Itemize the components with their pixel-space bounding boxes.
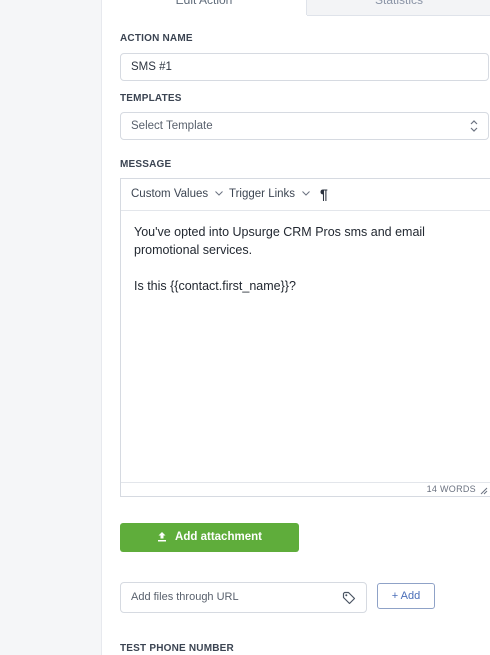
message-text-area[interactable]: You've opted into Upsurge CRM Pros sms a… xyxy=(134,223,477,313)
paragraph-icon[interactable]: ¶ xyxy=(320,186,328,202)
add-attachment-button[interactable]: Add attachment xyxy=(120,523,299,552)
action-name-label: ACTION NAME xyxy=(120,33,193,44)
tag-icon[interactable] xyxy=(342,591,356,605)
message-line-2: Is this {{contact.first_name}}? xyxy=(134,279,296,293)
message-editor: Custom Values Trigger Links ¶ You've opt… xyxy=(120,178,490,497)
message-label: MESSAGE xyxy=(120,159,172,170)
edit-action-panel: Edit Action Statistics ACTION NAME SMS #… xyxy=(101,0,490,655)
resize-handle-icon[interactable] xyxy=(480,487,488,495)
custom-values-label: Custom Values xyxy=(131,188,209,200)
message-line-1: You've opted into Upsurge CRM Pros sms a… xyxy=(134,225,425,257)
file-url-input[interactable]: Add files through URL xyxy=(120,582,367,613)
templates-label: TEMPLATES xyxy=(120,93,182,104)
tab-edit-action[interactable]: Edit Action xyxy=(102,0,307,15)
file-url-placeholder: Add files through URL xyxy=(131,591,239,603)
upload-icon xyxy=(158,532,167,542)
editor-statusbar: 14 WORDS xyxy=(121,482,490,496)
trigger-links-label: Trigger Links xyxy=(229,188,296,200)
add-attachment-label: Add attachment xyxy=(175,531,262,543)
test-phone-label: TEST PHONE NUMBER xyxy=(120,643,234,654)
tab-statistics[interactable]: Statistics xyxy=(307,0,490,16)
chevron-down-icon xyxy=(302,191,311,197)
chevron-down-icon xyxy=(215,191,224,197)
trigger-links-dropdown[interactable]: Trigger Links xyxy=(229,188,311,200)
templates-placeholder: Select Template xyxy=(131,120,213,132)
templates-select[interactable]: Select Template xyxy=(120,112,489,140)
action-name-value: SMS #1 xyxy=(131,61,172,73)
tab-bar: Edit Action Statistics xyxy=(102,0,490,16)
action-name-input[interactable]: SMS #1 xyxy=(120,53,489,81)
word-count: 14 WORDS xyxy=(426,484,476,494)
custom-values-dropdown[interactable]: Custom Values xyxy=(131,188,224,200)
editor-toolbar: Custom Values Trigger Links ¶ xyxy=(121,179,490,211)
add-url-button[interactable]: + Add xyxy=(377,583,435,609)
select-chevrons-icon xyxy=(470,120,478,132)
